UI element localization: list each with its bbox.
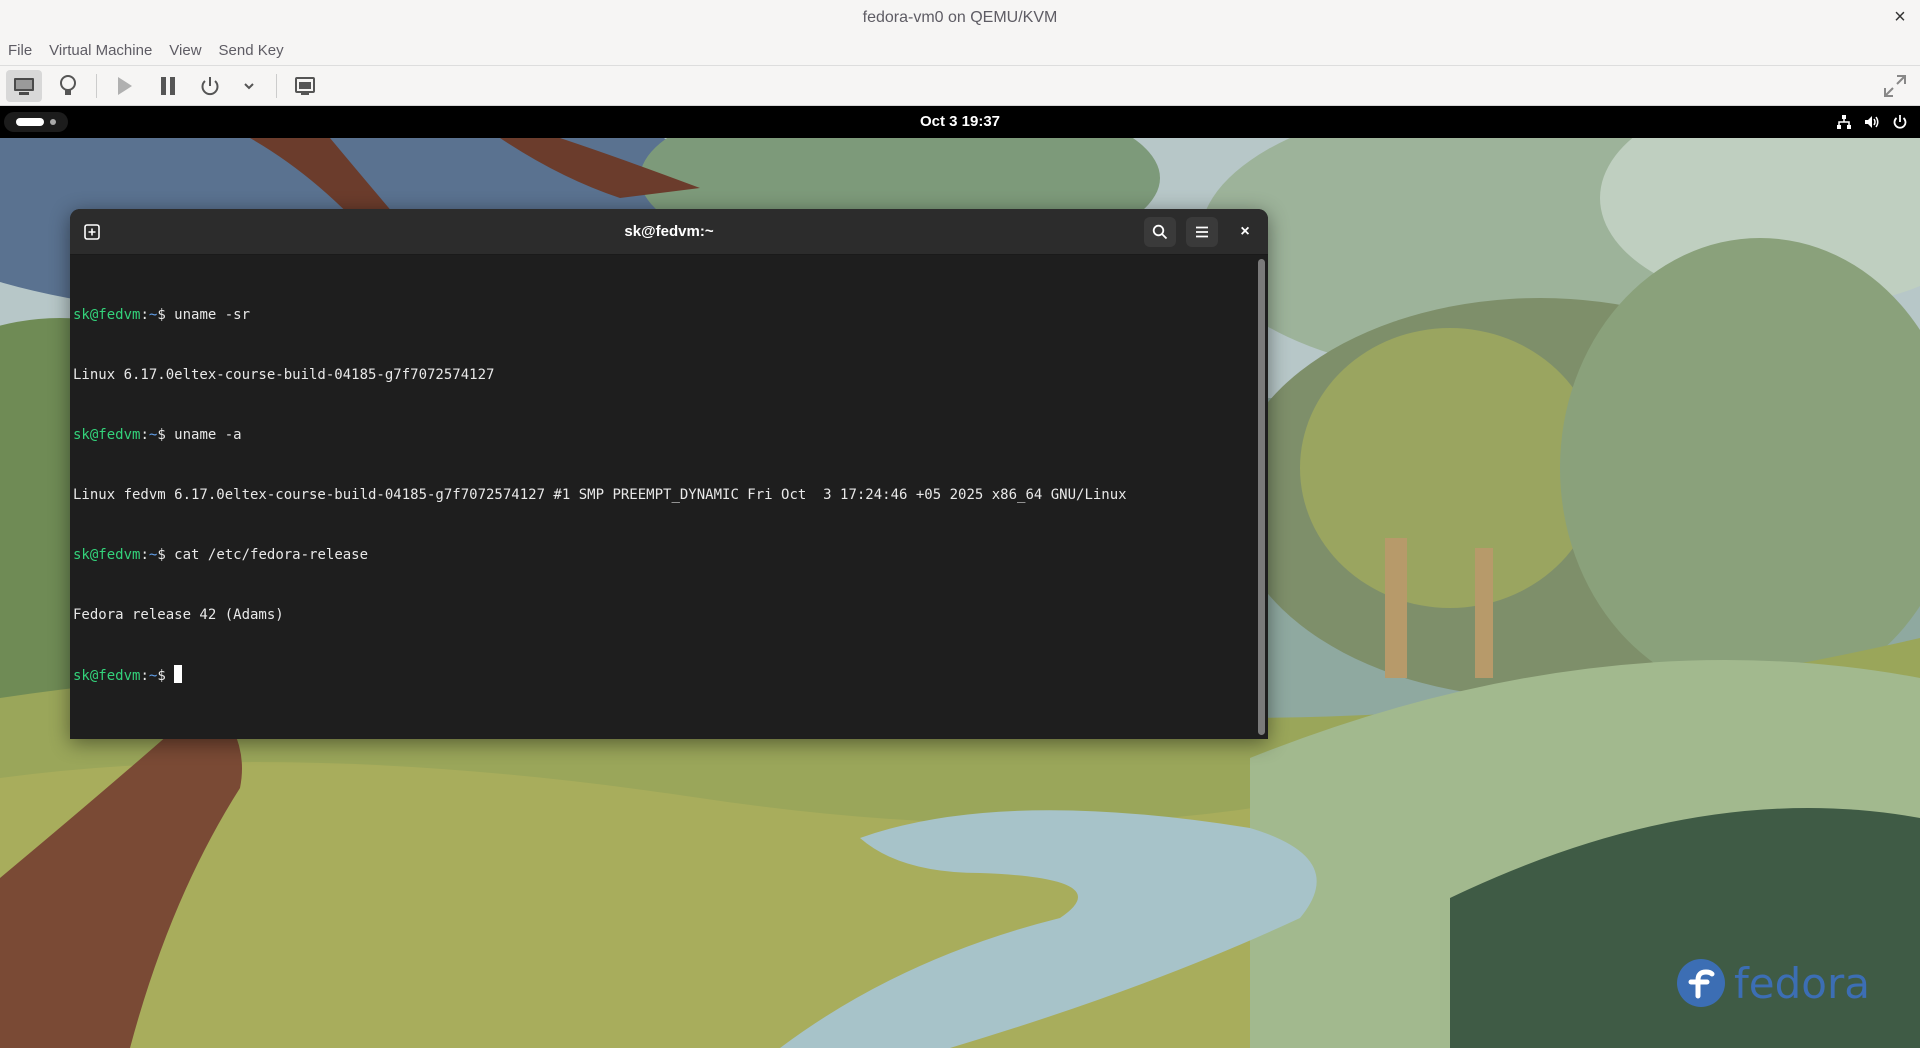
switch-console-button[interactable]: [288, 70, 322, 102]
main-menu-button[interactable]: [1186, 217, 1218, 247]
terminal-output[interactable]: sk@fedvm:~$ uname -sr Linux 6.17.0eltex-…: [70, 255, 1256, 739]
close-icon: ×: [1894, 5, 1906, 28]
close-icon: ×: [1240, 223, 1250, 240]
shutdown-button[interactable]: [194, 70, 226, 102]
window-close-button[interactable]: ×: [1888, 5, 1912, 29]
pause-icon: [161, 77, 175, 95]
prompt-user: sk@fedvm: [73, 668, 141, 684]
monitor-icon: [14, 78, 34, 95]
lightbulb-icon: [60, 75, 76, 95]
terminal-title: sk@fedvm:~: [624, 223, 714, 240]
power-icon: [1893, 115, 1907, 129]
toolbar-separator: [96, 74, 97, 98]
terminal-output-line: Linux fedvm 6.17.0eltex-course-build-041…: [73, 487, 1127, 503]
terminal-output-line: Fedora release 42 (Adams): [73, 607, 284, 623]
clock: Oct 3 19:37: [0, 106, 1920, 138]
fullscreen-icon: [1884, 75, 1906, 97]
terminal-scrollbar[interactable]: [1258, 259, 1265, 735]
clock-button[interactable]: Oct 3 19:37: [920, 113, 1000, 130]
prompt-user: sk@fedvm: [73, 307, 141, 323]
menu-view[interactable]: View: [169, 42, 201, 59]
toolbar-separator: [276, 74, 277, 98]
menu-send-key[interactable]: Send Key: [219, 42, 284, 59]
search-button[interactable]: [1144, 217, 1176, 247]
network-icon: [1837, 115, 1851, 129]
prompt-user: sk@fedvm: [73, 427, 141, 443]
fedora-logo-text: fedora: [1734, 958, 1870, 1008]
terminal-command: uname -a: [174, 427, 242, 443]
hamburger-menu-icon: [1196, 226, 1208, 238]
terminal-close-button[interactable]: ×: [1232, 219, 1258, 245]
vm-display[interactable]: fedora Oct 3 19:37 sk@fedvm:~ × sk@fedvm…: [0, 106, 1920, 1048]
fedora-logo-icon: [1677, 959, 1725, 1007]
run-button[interactable]: [108, 70, 140, 102]
menu-virtual-machine[interactable]: Virtual Machine: [49, 42, 152, 59]
menu-file[interactable]: File: [8, 42, 32, 59]
fullscreen-button[interactable]: [1878, 70, 1912, 102]
volume-icon: [1865, 116, 1879, 128]
terminal-line: sk@fedvm:~$ cat /etc/fedora-release: [73, 547, 369, 563]
system-tray[interactable]: [1836, 112, 1908, 132]
fedora-logo: fedora: [1676, 958, 1870, 1008]
pause-button[interactable]: [152, 70, 184, 102]
toolbar: [0, 66, 1920, 106]
screenshot-icon: [295, 77, 315, 95]
shutdown-menu-button[interactable]: [238, 70, 260, 102]
prompt-user: sk@fedvm: [73, 547, 141, 563]
gnome-top-bar: Oct 3 19:37: [0, 106, 1920, 138]
terminal-line: sk@fedvm:~$ uname -sr: [73, 307, 251, 323]
terminal-line: sk@fedvm:~$ uname -a: [73, 427, 242, 443]
search-icon: [1152, 224, 1168, 240]
terminal-cursor: [174, 665, 183, 683]
show-console-button[interactable]: [6, 70, 42, 102]
terminal-command: uname -sr: [174, 307, 251, 323]
terminal-headerbar[interactable]: sk@fedvm:~ ×: [70, 209, 1268, 255]
play-icon: [118, 77, 132, 95]
power-icon: [201, 77, 219, 96]
window-title: fedora-vm0 on QEMU/KVM: [862, 8, 1058, 26]
terminal-line: sk@fedvm:~$: [73, 665, 1256, 685]
menubar: File Virtual Machine View Send Key: [0, 35, 1920, 66]
show-details-button[interactable]: [52, 70, 84, 102]
terminal-window[interactable]: sk@fedvm:~ × sk@fedvm:~$ uname -sr Linux…: [70, 209, 1268, 739]
window-titlebar: fedora-vm0 on QEMU/KVM ×: [0, 0, 1920, 35]
terminal-command: cat /etc/fedora-release: [174, 547, 369, 563]
terminal-output-line: Linux 6.17.0eltex-course-build-04185-g7f…: [73, 367, 495, 383]
chevron-down-icon: [244, 83, 254, 90]
